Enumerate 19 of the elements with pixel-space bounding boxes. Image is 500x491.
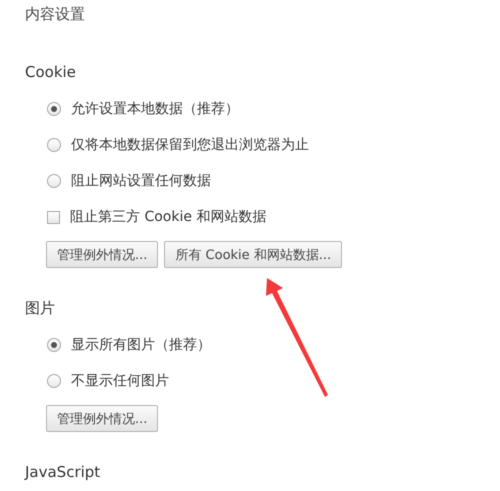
radio-button[interactable]: [47, 338, 61, 352]
settings-button[interactable]: 管理例外情况...: [46, 241, 158, 268]
settings-button[interactable]: 所有 Cookie 和网站数据...: [164, 241, 342, 268]
checkbox[interactable]: [47, 210, 60, 224]
page-title: 内容设置: [25, 4, 86, 24]
option-label: 不显示任何图片: [71, 372, 169, 390]
settings-button[interactable]: 管理例外情况...: [46, 405, 158, 432]
option-label: 允许设置本地数据（推荐）: [71, 100, 239, 118]
radio-button[interactable]: [47, 174, 61, 188]
radio-button[interactable]: [47, 374, 61, 388]
option-label: 显示所有图片（推荐）: [71, 336, 211, 354]
option-label: 阻止网站设置任何数据: [71, 172, 211, 190]
option-label: 仅将本地数据保留到您退出浏览器为止: [71, 136, 309, 154]
radio-button[interactable]: [47, 102, 61, 116]
option-label: 阻止第三方 Cookie 和网站数据: [70, 208, 266, 226]
section-heading: JavaScript: [25, 462, 102, 482]
radio-button[interactable]: [47, 138, 61, 152]
section-heading: 图片: [25, 298, 56, 318]
section-heading: Cookie: [25, 62, 77, 82]
